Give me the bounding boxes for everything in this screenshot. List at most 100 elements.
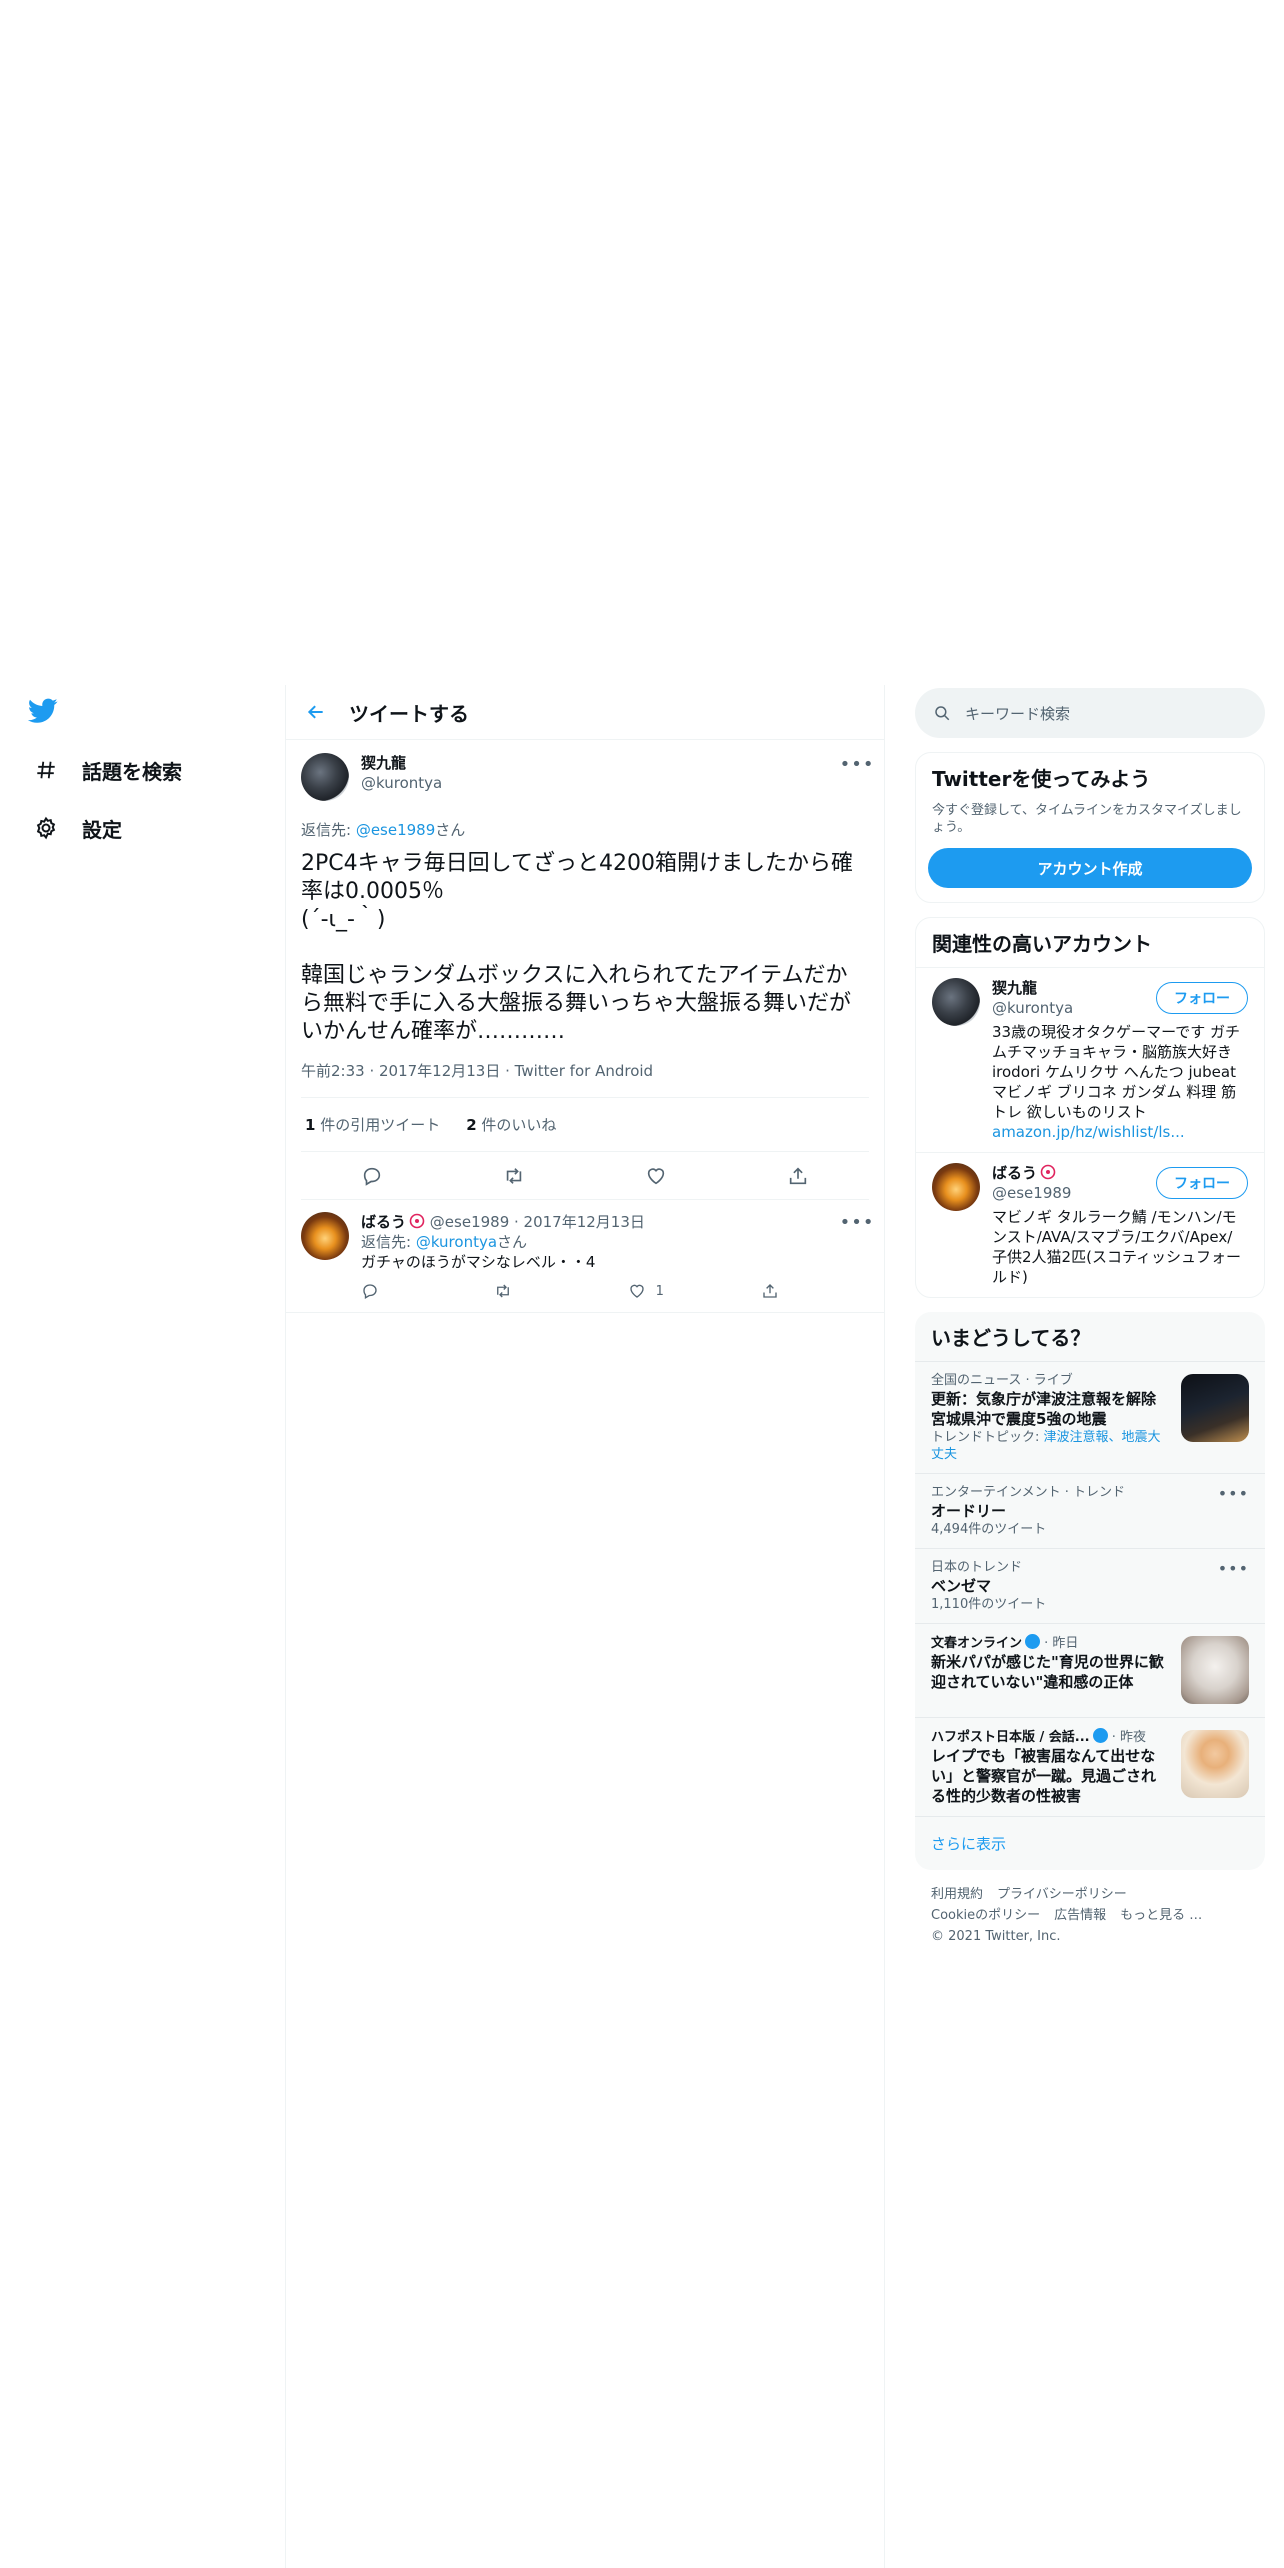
news-title: 新米パパが感じた"育児の世界に歓迎されていない"違和感の正体 <box>931 1653 1164 1691</box>
author-handle[interactable]: @kurontya <box>361 773 442 793</box>
tweet-timestamp[interactable]: 午前2:33 · 2017年12月13日 · Twitter for Andro… <box>301 1060 869 1098</box>
hashtag-icon <box>32 756 60 784</box>
copyright: © 2021 Twitter, Inc. <box>931 1929 1061 1944</box>
trend-topic-prefix: トレンドトピック: <box>931 1430 1044 1445</box>
twitter-logo-icon[interactable] <box>27 698 64 728</box>
reply-replying-suffix: さん <box>497 1233 528 1251</box>
trend-category: 全国のニュース · ライブ <box>931 1373 1073 1388</box>
back-button[interactable] <box>291 685 341 740</box>
reply-text: ガチャのほうがマシなレベル・・4 <box>361 1253 596 1271</box>
reply-author-name[interactable]: ばるう <box>361 1213 406 1231</box>
related-title: 関連性の高いアカウント <box>932 932 1152 956</box>
reply-replying-to: 返信先: @kurontyaさん <box>361 1232 869 1252</box>
signup-subtitle: 今すぐ登録して、タイムラインをカスタマイズしましょう。 <box>932 803 1242 835</box>
author-name[interactable]: 猰九龍 <box>361 753 442 773</box>
nav-settings[interactable]: 設定 <box>32 808 122 848</box>
replying-handle-link[interactable]: @ese1989 <box>356 821 435 839</box>
account-bio: マビノギ タルラーク鯖 /モンハン/モンスト/AVA/スマブラ/エクバ/Apex… <box>992 1208 1242 1286</box>
sidebar-right: キーワード検索 Twitterを使ってみよう 今すぐ登録して、タイムラインをカス… <box>915 688 1265 1961</box>
footer: 利用規約 プライバシーポリシー Cookieのポリシー 広告情報 もっと見る … © … <box>915 1870 1265 1961</box>
account-bio: 33歳の現役オタクゲーマーです ガチムチマッチョキャラ・脳筋族大好き irodo… <box>992 1023 1240 1121</box>
reply-icon[interactable] <box>355 1159 389 1193</box>
account-link[interactable]: amazon.jp/hz/wishlist/ls... <box>992 1123 1185 1141</box>
replying-to: 返信先: @ese1989さん <box>301 819 869 840</box>
tweet-stats: 1 件の引用ツイート 2 件のいいね <box>301 1098 869 1152</box>
quote-tweets-link[interactable]: 1 件の引用ツイート <box>305 1114 440 1135</box>
avatar[interactable] <box>932 978 980 1026</box>
trend-item[interactable]: 日本のトレンド ベンゼマ 1,110件のツイート ••• <box>915 1548 1265 1623</box>
reply-like-icon[interactable]: 1 <box>628 1282 668 1300</box>
tweet-text: 2PC4キャラ毎日回してざっと4200箱開けましたから確率は0.0005％ (´… <box>301 851 853 1044</box>
news-time: · 昨日 <box>1040 1636 1079 1651</box>
likes-link[interactable]: 2 件のいいね <box>466 1114 556 1135</box>
trend-topic: トレンドトピック: 津波注意報、地震大丈夫 <box>931 1429 1165 1463</box>
like-icon[interactable] <box>639 1159 673 1193</box>
page-title: ツイートする <box>349 701 469 726</box>
trend-count: 1,110件のツイート <box>931 1597 1047 1612</box>
related-account[interactable]: ばるう @ese1989 マビノギ タルラーク鯖 /モンハン/モンスト/AVA/… <box>916 1152 1264 1297</box>
footer-link[interactable]: Cookieのポリシー <box>931 1908 1040 1923</box>
share-icon[interactable] <box>781 1159 815 1193</box>
reply-replying-handle[interactable]: @kurontya <box>416 1233 497 1251</box>
related-accounts-card: 関連性の高いアカウント 猰九龍 @kurontya 33歳の現役オタクゲーマーで… <box>915 917 1265 1298</box>
replying-prefix: 返信先: <box>301 821 356 839</box>
show-more-link[interactable]: さらに表示 <box>915 1816 1265 1870</box>
more-options-icon[interactable]: ••• <box>1218 1484 1249 1503</box>
trend-title: ベンゼマ <box>931 1577 992 1595</box>
more-options-icon[interactable]: ••• <box>1218 1559 1249 1578</box>
signup-card: Twitterを使ってみよう 今すぐ登録して、タイムラインをカスタマイズしましょ… <box>915 752 1265 903</box>
more-options-icon[interactable]: ••• <box>840 754 874 775</box>
trend-item[interactable]: 文春オンライン · 昨日 新米パパが感じた"育児の世界に歓迎されていない"違和感… <box>915 1623 1265 1717</box>
follow-button[interactable]: フォロー <box>1156 982 1248 1014</box>
gear-icon <box>32 814 60 842</box>
search-input[interactable]: キーワード検索 <box>915 688 1265 738</box>
page-header: ツイートする <box>286 685 884 740</box>
account-name: ばるう <box>992 1164 1038 1182</box>
trend-category: 日本のトレンド <box>931 1560 1023 1575</box>
arrow-left-icon <box>307 705 323 719</box>
trends-card: いまどうしてる？ 全国のニュース · ライブ 更新：気象庁が津波注意報を解除 宮… <box>915 1312 1265 1870</box>
news-title: レイプでも「被害届なんて出せない」と警察官が一蹴。見過ごされる性的少数者の性被害 <box>931 1747 1157 1805</box>
flower-emoji-icon <box>409 1213 425 1229</box>
footer-link[interactable]: プライバシーポリシー <box>997 1887 1127 1902</box>
news-source: ハフポスト日本版 / 会話... <box>931 1730 1090 1745</box>
follow-button[interactable]: フォロー <box>1156 1167 1248 1199</box>
main-tweet: 猰九龍 @kurontya ••• 返信先: @ese1989さん 2PC4キャ… <box>286 740 884 1200</box>
trend-count: 4,494件のツイート <box>931 1522 1047 1537</box>
retweet-icon[interactable] <box>497 1159 531 1193</box>
trend-title: オードリー <box>931 1502 1007 1520</box>
trend-item[interactable]: 全国のニュース · ライブ 更新：気象庁が津波注意報を解除 宮城県沖で震度5強の… <box>915 1361 1265 1473</box>
reply-reply-icon[interactable] <box>361 1282 401 1300</box>
nav-settings-label: 設定 <box>82 817 122 842</box>
avatar[interactable] <box>932 1163 980 1211</box>
trend-item[interactable]: ハフポスト日本版 / 会話... · 昨夜 レイプでも「被害届なんて出せない」と… <box>915 1717 1265 1816</box>
search-placeholder: キーワード検索 <box>965 704 1071 723</box>
reply-retweet-icon[interactable] <box>494 1282 534 1300</box>
like-label: 件のいいね <box>476 1116 557 1134</box>
footer-link[interactable]: 利用規約 <box>931 1887 983 1902</box>
news-time: · 昨夜 <box>1107 1730 1147 1745</box>
verified-badge-icon <box>1092 1728 1108 1743</box>
reply-share-icon[interactable] <box>761 1282 801 1300</box>
verified-badge-icon <box>1025 1634 1041 1649</box>
footer-link[interactable]: もっと見る … <box>1120 1908 1202 1923</box>
search-icon <box>935 706 950 721</box>
reply-avatar[interactable] <box>301 1212 349 1260</box>
news-thumbnail <box>1181 1730 1249 1798</box>
like-count: 2 <box>466 1116 477 1134</box>
reply-handle-date: @ese1989 · 2017年12月13日 <box>429 1213 645 1231</box>
create-account-button[interactable]: アカウント作成 <box>928 848 1252 888</box>
footer-link[interactable]: 広告情報 <box>1054 1908 1106 1923</box>
reply-more-options-icon[interactable]: ••• <box>840 1212 874 1233</box>
trend-title: 更新：気象庁が津波注意報を解除 宮城県沖で震度5強の地震 <box>931 1390 1172 1428</box>
flower-emoji-icon <box>1040 1164 1056 1180</box>
related-account[interactable]: 猰九龍 @kurontya 33歳の現役オタクゲーマーです ガチムチマッチョキャ… <box>916 967 1264 1152</box>
nav-explore[interactable]: 話題を検索 <box>32 750 182 790</box>
reply-tweet[interactable]: ばるう @ese1989 · 2017年12月13日 返信先: @kuronty… <box>286 1200 884 1313</box>
replying-suffix: さん <box>435 821 466 839</box>
trends-title: いまどうしてる？ <box>931 1326 1091 1350</box>
trend-item[interactable]: エンターテインメント · トレンド オードリー 4,494件のツイート ••• <box>915 1473 1265 1548</box>
news-thumbnail <box>1181 1374 1249 1442</box>
avatar[interactable] <box>301 753 349 801</box>
signup-title: Twitterを使ってみよう <box>932 767 1151 791</box>
